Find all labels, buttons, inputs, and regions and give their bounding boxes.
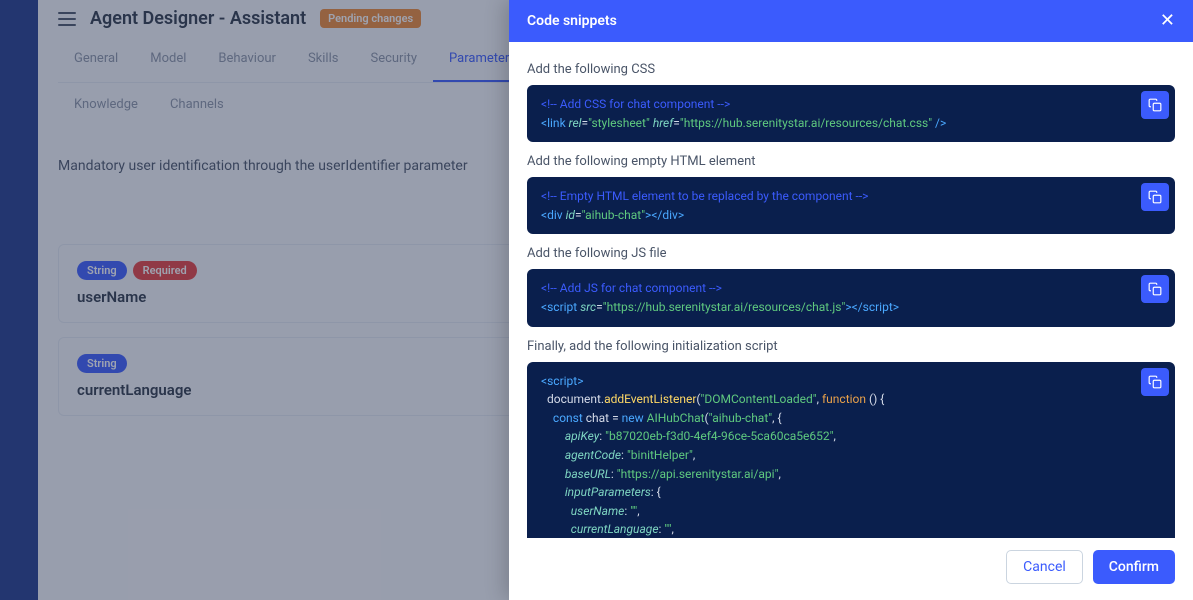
confirm-button[interactable]: Confirm	[1093, 550, 1175, 584]
close-icon[interactable]: ✕	[1160, 12, 1175, 30]
code-block: <script> document.addEventListener("DOMC…	[527, 362, 1175, 538]
copy-icon[interactable]	[1141, 91, 1169, 119]
code-block: <!-- Add JS for chat component --><scrip…	[527, 269, 1175, 326]
snippet-label: Finally, add the following initializatio…	[527, 339, 1175, 354]
modal-title: Code snippets	[527, 13, 617, 29]
copy-icon[interactable]	[1141, 183, 1169, 211]
snippet-label: Add the following JS file	[527, 246, 1175, 261]
snippet-label: Add the following CSS	[527, 62, 1175, 77]
copy-icon[interactable]	[1141, 368, 1169, 396]
modal-body: Add the following CSS <!-- Add CSS for ch…	[509, 42, 1193, 538]
code-block: <!-- Add CSS for chat component --><link…	[527, 85, 1175, 142]
modal-header: Code snippets ✕	[509, 0, 1193, 42]
code-block: <!-- Empty HTML element to be replaced b…	[527, 177, 1175, 234]
copy-icon[interactable]	[1141, 275, 1169, 303]
cancel-button[interactable]: Cancel	[1006, 550, 1083, 584]
snippet-label: Add the following empty HTML element	[527, 154, 1175, 169]
code-snippets-modal: Code snippets ✕ Add the following CSS <!-…	[509, 0, 1193, 600]
modal-footer: Cancel Confirm	[509, 538, 1193, 600]
